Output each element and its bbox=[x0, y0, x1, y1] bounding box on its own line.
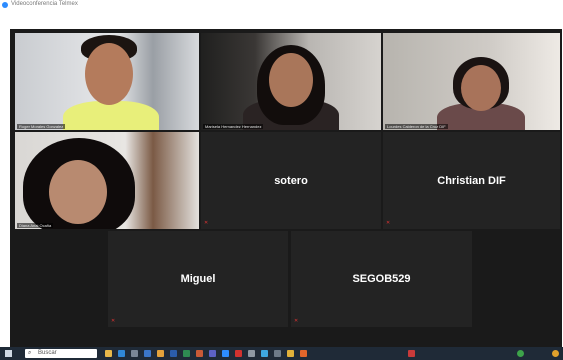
video-gallery: Roger Morales Gonzalez Marisela Hernande… bbox=[10, 29, 562, 347]
participant-name-label: Lourdes Calderon de la Cruz DIF bbox=[385, 124, 448, 129]
search-placeholder: Buscar bbox=[38, 350, 57, 356]
participant-face bbox=[269, 53, 313, 107]
chrome-icon[interactable] bbox=[157, 350, 164, 357]
edge-icon[interactable] bbox=[118, 350, 125, 357]
window-title: Videoconferencia Telmex bbox=[11, 1, 78, 7]
word-icon[interactable] bbox=[170, 350, 177, 357]
video-tile-participant-6[interactable]: Christian DIF ✕ bbox=[383, 132, 560, 229]
video-tile-participant-2[interactable]: Marisela Hernandez Hernandez bbox=[201, 33, 381, 130]
video-tile-participant-5[interactable]: sotero ✕ bbox=[201, 132, 381, 229]
participant-face bbox=[461, 65, 501, 111]
participant-name-label: Marisela Hernandez Hernandez bbox=[203, 124, 264, 129]
participant-name-center: Christian DIF bbox=[437, 174, 506, 187]
participant-name-label: Roger Morales Gonzalez bbox=[17, 124, 66, 129]
participant-face bbox=[49, 160, 107, 224]
firefox-icon[interactable] bbox=[300, 350, 307, 357]
video-tile-participant-1[interactable]: Roger Morales Gonzalez bbox=[15, 33, 199, 130]
zoom-logo-icon bbox=[2, 2, 8, 8]
tray-app-icon[interactable] bbox=[517, 350, 524, 357]
calendar-icon[interactable] bbox=[274, 350, 281, 357]
muted-mic-icon: ✕ bbox=[294, 318, 299, 324]
video-tile-participant-7[interactable]: Miguel ✕ bbox=[108, 231, 288, 327]
participant-face bbox=[85, 43, 133, 105]
excel-icon[interactable] bbox=[183, 350, 190, 357]
participant-name-center: SEGOB529 bbox=[352, 273, 411, 285]
pdf-icon[interactable] bbox=[235, 350, 242, 357]
search-icon: ⌕ bbox=[28, 350, 32, 356]
teams-icon[interactable] bbox=[209, 350, 216, 357]
windows-start-icon[interactable] bbox=[5, 350, 12, 357]
file-explorer-icon[interactable] bbox=[105, 350, 112, 357]
participant-body bbox=[63, 101, 159, 130]
settings-icon[interactable] bbox=[248, 350, 255, 357]
chrome-icon[interactable] bbox=[287, 350, 294, 357]
app-title-bar: Videoconferencia Telmex bbox=[0, 0, 563, 10]
muted-mic-icon: ✕ bbox=[386, 220, 391, 226]
notification-icon[interactable] bbox=[552, 350, 559, 357]
store-icon[interactable] bbox=[131, 350, 138, 357]
zoom-icon[interactable] bbox=[222, 350, 229, 357]
app-icon[interactable] bbox=[408, 350, 415, 357]
mail-icon[interactable] bbox=[144, 350, 151, 357]
taskbar-search-box[interactable]: ⌕ Buscar bbox=[25, 349, 97, 358]
muted-mic-icon: ✕ bbox=[204, 220, 209, 226]
video-tile-participant-3[interactable]: Lourdes Calderon de la Cruz DIF bbox=[383, 33, 560, 130]
video-tile-participant-4[interactable]: Diana Anai Ocaña bbox=[15, 132, 199, 229]
participant-name-center: Miguel bbox=[180, 273, 216, 285]
windows-taskbar: ⌕ Buscar bbox=[0, 347, 563, 360]
photos-icon[interactable] bbox=[261, 350, 268, 357]
participant-name-center: sotero bbox=[274, 174, 308, 187]
participant-name-label: Diana Anai Ocaña bbox=[17, 223, 54, 228]
video-tile-participant-8[interactable]: SEGOB529 ✕ bbox=[291, 231, 472, 327]
muted-mic-icon: ✕ bbox=[111, 318, 116, 324]
powerpoint-icon[interactable] bbox=[196, 350, 203, 357]
